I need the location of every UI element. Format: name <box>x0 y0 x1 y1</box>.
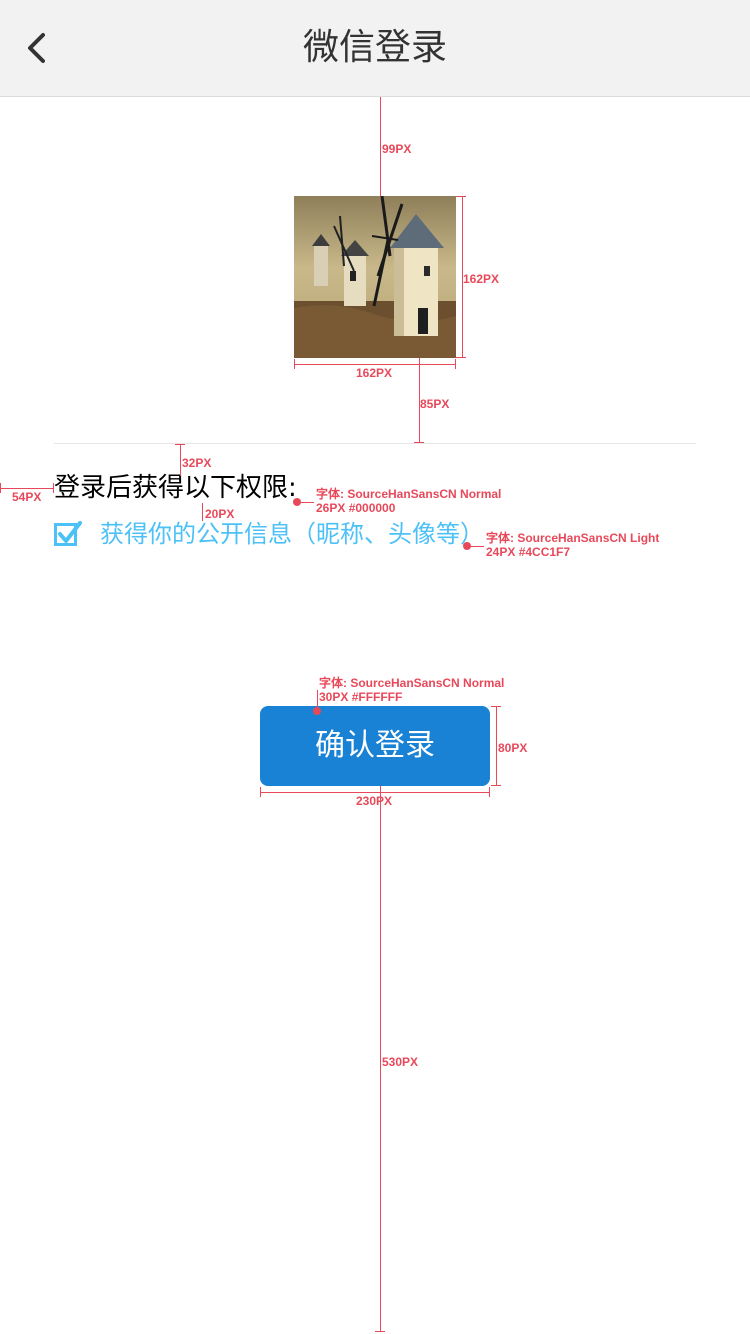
annotation-button-font: 字体: SourceHanSansCN Normal <box>319 676 505 690</box>
annotation-gap-avatar: 85PX <box>420 397 450 411</box>
annotation-line <box>0 483 1 493</box>
annotation-title-size: 26PX #000000 <box>316 501 396 515</box>
confirm-login-button[interactable]: 确认登录 <box>260 706 490 786</box>
annotation-line <box>0 488 54 489</box>
annotation-line <box>491 785 501 786</box>
annotation-line <box>175 444 185 445</box>
annotation-line <box>380 786 381 1332</box>
permission-label: 获得你的公开信息（昵称、头像等） <box>100 520 484 548</box>
app-avatar <box>294 196 456 358</box>
annotation-left-margin: 54PX <box>12 490 42 504</box>
annotation-line <box>300 502 314 503</box>
annotation-line <box>294 359 295 369</box>
annotation-line <box>294 364 456 365</box>
annotation-avatar-width: 162PX <box>356 366 393 380</box>
annotation-dot <box>313 707 321 715</box>
permission-item-public-info[interactable]: 获得你的公开信息（昵称、头像等） <box>54 517 484 551</box>
annotation-button-height: 80PX <box>498 741 528 755</box>
annotation-item-size: 24PX #4CC1F7 <box>486 545 571 559</box>
annotation-line <box>470 546 484 547</box>
checkmark-icon[interactable] <box>54 520 82 548</box>
annotation-line <box>456 196 466 197</box>
annotation-gap-top: 99PX <box>382 142 412 156</box>
annotation-gap-item: 20PX <box>205 507 235 521</box>
annotation-line <box>491 706 501 707</box>
permissions-title: 登录后获得以下权限: <box>54 473 297 503</box>
annotation-line <box>180 444 181 476</box>
annotation-button-width: 230PX <box>356 794 393 808</box>
annotation-item-font: 字体: SourceHanSansCN Light <box>486 531 660 545</box>
divider <box>54 443 696 444</box>
annotation-line <box>375 1331 385 1332</box>
annotation-line <box>414 442 424 443</box>
annotation-line <box>53 483 54 493</box>
annotation-gap-title: 32PX <box>182 456 212 470</box>
annotation-line <box>380 97 381 196</box>
nav-bar: 微信登录 <box>0 0 750 97</box>
annotation-line <box>496 706 497 786</box>
annotation-button-size: 30PX #FFFFFF <box>319 690 403 704</box>
annotation-avatar-height: 162PX <box>463 272 500 286</box>
windmill-photo <box>294 196 456 358</box>
annotation-line <box>455 359 456 369</box>
annotation-title-font: 字体: SourceHanSansCN Normal <box>316 487 502 501</box>
annotation-line <box>202 503 203 521</box>
annotation-line <box>260 787 261 797</box>
annotation-line <box>489 787 490 797</box>
annotation-line <box>260 792 490 793</box>
annotation-line <box>456 357 466 358</box>
annotation-gap-bottom: 530PX <box>382 1055 419 1069</box>
page-title: 微信登录 <box>302 27 447 68</box>
